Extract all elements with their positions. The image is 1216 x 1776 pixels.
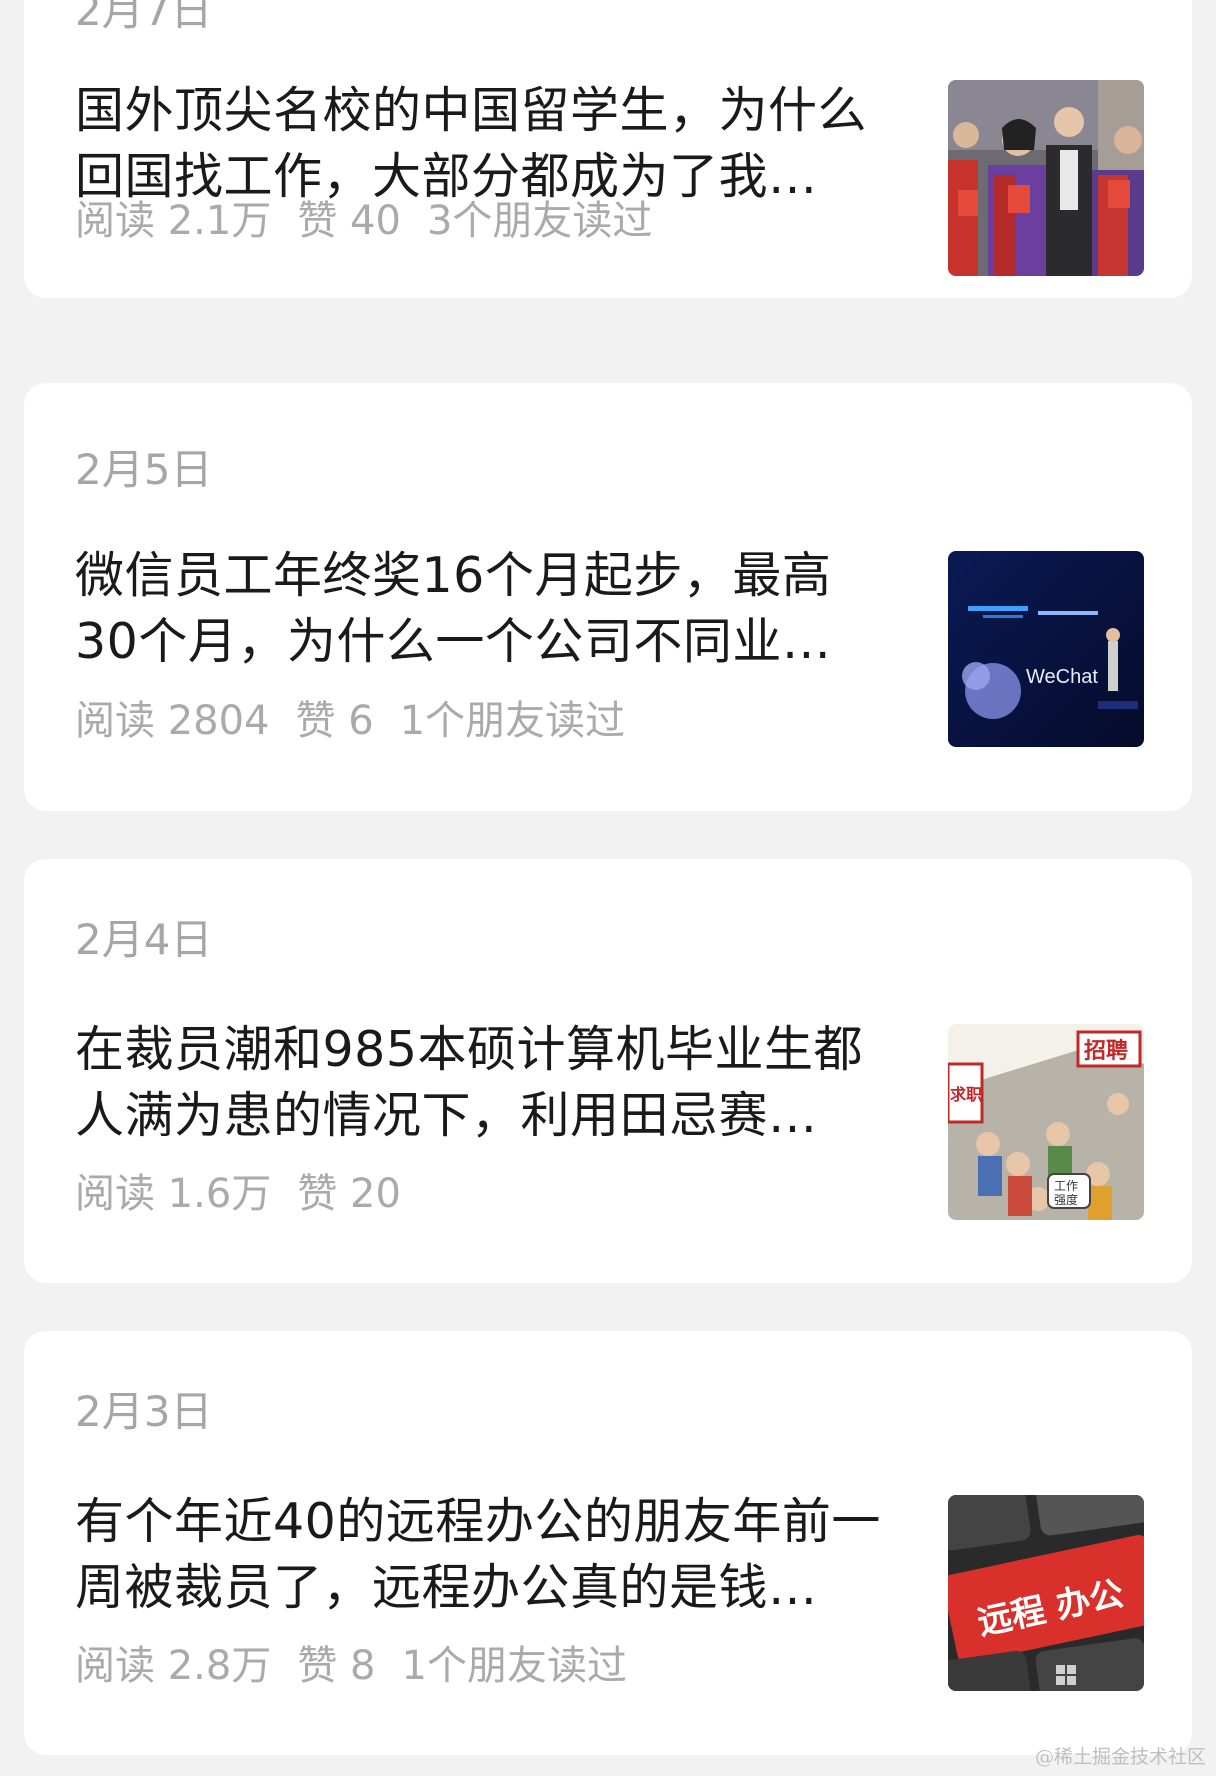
thumbnail-text: 强度 xyxy=(1054,1192,1078,1207)
article-title-line: 人满为患的情况下，利用田忌赛… xyxy=(75,1087,818,1144)
thumbnail-text: 工作 xyxy=(1054,1179,1078,1193)
friends-read: 1个朋友读过 xyxy=(401,1643,627,1689)
article-date: 2月4日 xyxy=(75,915,213,964)
article-stats: 阅读 2.8万赞 8 1个朋友读过 xyxy=(75,1641,653,1691)
like-count: 赞 6 xyxy=(295,698,374,744)
article-date: 2月7日 xyxy=(75,0,213,35)
read-count: 阅读 2.8万 xyxy=(75,1643,272,1689)
article-feed: 2月7日 国外顶尖名校的中国留学生，为什么 回国找工作，大部分都成为了我… 阅读… xyxy=(0,0,1216,1776)
thumbnail-image: 远程 办公 xyxy=(948,1495,1144,1691)
article-card[interactable]: 2月4日 在裁员潮和985本硕计算机毕业生都 人满为患的情况下，利用田忌赛… 阅… xyxy=(24,859,1192,1283)
remote-work-keyboard-icon[interactable]: 远程 办公 xyxy=(948,1495,1144,1691)
thumbnail-image: WeChat xyxy=(948,551,1144,747)
article-card[interactable]: 2月7日 国外顶尖名校的中国留学生，为什么 回国找工作，大部分都成为了我… 阅读… xyxy=(24,0,1192,298)
job-hunting-cartoon-icon[interactable]: 招聘 求职 工作 强度 xyxy=(948,1024,1144,1220)
thumbnail-text: 求职 xyxy=(950,1085,982,1104)
article-stats: 阅读 2.1万赞 40 3个朋友读过 xyxy=(75,196,678,246)
read-count: 阅读 2.1万 xyxy=(75,198,272,244)
article-title[interactable]: 在裁员潮和985本硕计算机毕业生都 人满为患的情况下，利用田忌赛… xyxy=(75,1017,925,1149)
thumbnail-text: 招聘 xyxy=(1084,1039,1128,1064)
like-count: 赞 8 xyxy=(297,1643,376,1689)
wechat-stage-photo-icon[interactable]: WeChat xyxy=(948,551,1144,747)
thumbnail-text: WeChat xyxy=(1026,666,1098,688)
article-title-line: 30个月，为什么一个公司不同业… xyxy=(75,613,832,670)
article-card[interactable]: 2月5日 微信员工年终奖16个月起步，最高 30个月，为什么一个公司不同业… 阅… xyxy=(24,383,1192,811)
article-title-line: 微信员工年终奖16个月起步，最高 xyxy=(75,547,832,604)
article-title[interactable]: 微信员工年终奖16个月起步，最高 30个月，为什么一个公司不同业… xyxy=(75,543,925,675)
friends-read: 1个朋友读过 xyxy=(399,698,626,744)
watermark-text: @稀土掘金技术社区 xyxy=(1034,1746,1206,1768)
article-stats: 阅读 2804 赞 6 1个朋友读过 xyxy=(75,696,651,746)
friends-read: 3个朋友读过 xyxy=(426,198,653,244)
article-title-line: 周被裁员了，远程办公真的是钱… xyxy=(75,1559,818,1616)
thumbnail-image: 招聘 求职 工作 强度 xyxy=(948,1024,1144,1220)
thumbnail-image xyxy=(948,80,1144,276)
article-date: 2月5日 xyxy=(75,445,213,494)
article-title-line: 在裁员潮和985本硕计算机毕业生都 xyxy=(75,1021,864,1078)
like-count: 赞 20 xyxy=(297,1171,401,1217)
article-date: 2月3日 xyxy=(75,1387,213,1436)
article-title-line: 国外顶尖名校的中国留学生，为什么 xyxy=(75,82,868,139)
article-title-line: 有个年近40的远程办公的朋友年前一 xyxy=(75,1493,881,1550)
article-card[interactable]: 2月3日 有个年近40的远程办公的朋友年前一 周被裁员了，远程办公真的是钱… 阅… xyxy=(24,1331,1192,1755)
read-count: 阅读 1.6万 xyxy=(75,1171,272,1217)
article-title[interactable]: 有个年近40的远程办公的朋友年前一 周被裁员了，远程办公真的是钱… xyxy=(75,1489,925,1621)
read-count: 阅读 2804 xyxy=(75,698,270,744)
article-title[interactable]: 国外顶尖名校的中国留学生，为什么 回国找工作，大部分都成为了我… xyxy=(75,78,925,210)
like-count: 赞 40 xyxy=(297,198,401,244)
graduation-photo-icon[interactable] xyxy=(948,80,1144,276)
article-stats: 阅读 1.6万赞 20 xyxy=(75,1169,427,1219)
